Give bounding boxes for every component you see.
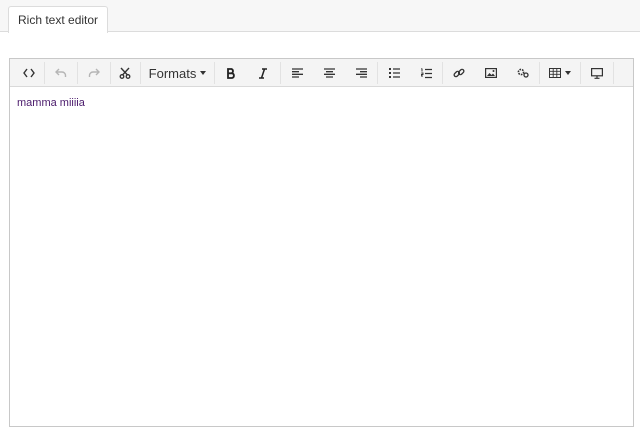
link-icon (453, 68, 465, 78)
macro-icon (517, 68, 529, 78)
cut-icon (119, 67, 131, 79)
image-icon (485, 68, 497, 78)
formats-label: Formats (148, 65, 197, 81)
link-button[interactable] (443, 61, 475, 85)
bullet-list-icon (388, 68, 400, 78)
redo-icon (88, 68, 100, 77)
source-code-button[interactable] (14, 61, 44, 85)
italic-icon (259, 67, 267, 79)
chevron-down-icon (200, 71, 207, 75)
italic-button[interactable] (247, 61, 279, 85)
editor-toolbar: Formats (10, 59, 633, 87)
formats-dropdown[interactable]: Formats (143, 61, 212, 85)
numbered-list-icon (420, 67, 432, 78)
source-code-icon (23, 68, 35, 78)
bullet-list-button[interactable] (378, 61, 410, 85)
numbered-list-button[interactable] (410, 61, 442, 85)
undo-icon (55, 68, 67, 77)
cut-button[interactable] (111, 61, 139, 85)
align-center-icon (323, 68, 335, 78)
bold-icon (227, 67, 235, 79)
bold-button[interactable] (215, 61, 247, 85)
image-button[interactable] (475, 61, 507, 85)
undo-button[interactable] (45, 61, 77, 85)
redo-button[interactable] (78, 61, 110, 85)
align-center-button[interactable] (313, 61, 345, 85)
tab-bar: Rich text editor (0, 0, 640, 33)
align-left-button[interactable] (281, 61, 313, 85)
editor-content[interactable]: mamma miiiia (17, 97, 85, 109)
preview-icon (591, 67, 603, 79)
preview-button[interactable] (581, 61, 613, 85)
tab-rich-text-editor[interactable]: Rich text editor (8, 6, 109, 33)
align-right-icon (355, 68, 367, 78)
align-left-icon (291, 68, 303, 78)
rich-text-editor: Formats mamma miiiia (9, 58, 634, 427)
macro-button[interactable] (507, 61, 539, 85)
table-dropdown[interactable] (540, 61, 580, 85)
align-right-button[interactable] (345, 61, 377, 85)
table-icon (549, 68, 561, 78)
chevron-down-icon (565, 71, 571, 75)
